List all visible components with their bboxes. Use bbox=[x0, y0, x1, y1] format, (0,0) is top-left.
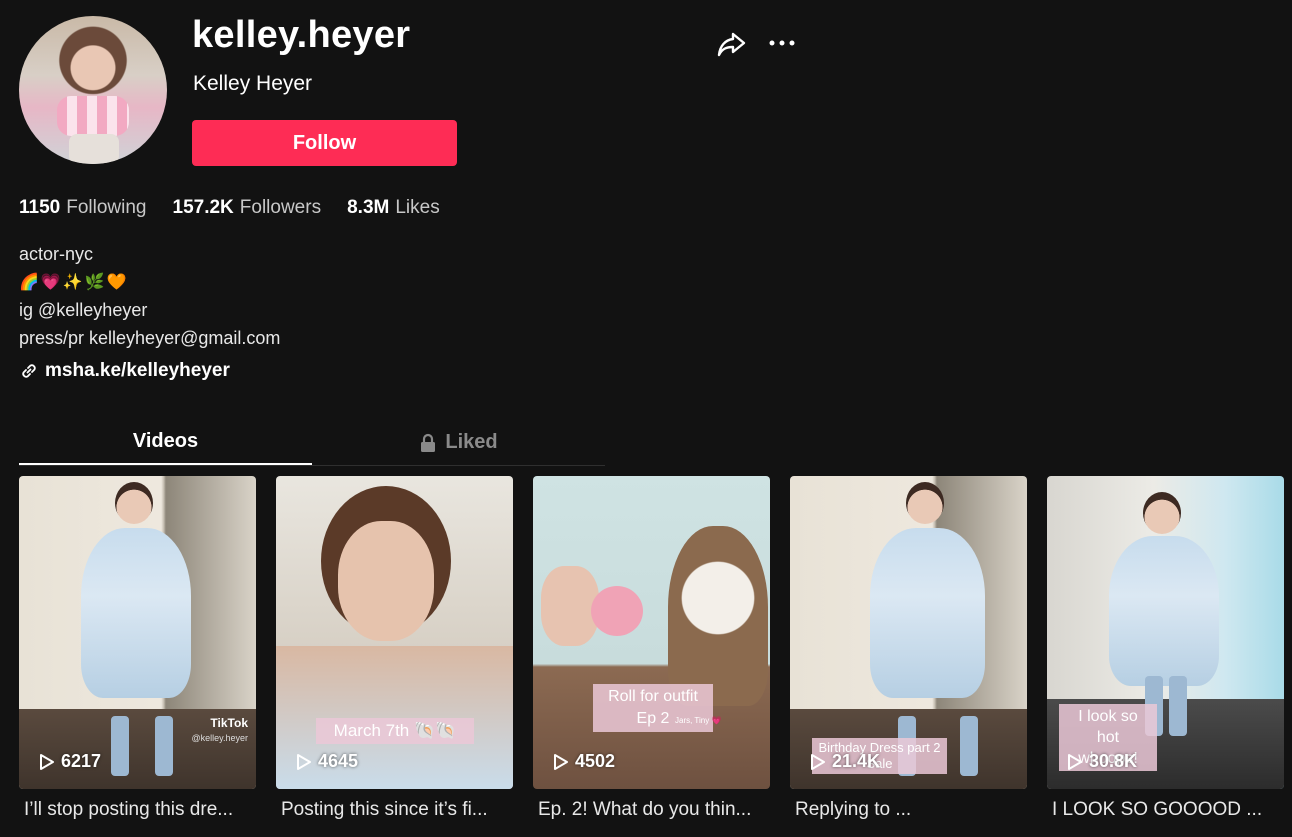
avatar-dress-shape bbox=[57, 96, 129, 136]
follow-button[interactable]: Follow bbox=[192, 120, 457, 166]
profile-stats: 1150 Following 157.2K Followers 8.3M Likes bbox=[19, 197, 440, 219]
stat-label: Likes bbox=[395, 197, 440, 218]
herb-emoji: 🌿 bbox=[84, 272, 105, 291]
play-icon bbox=[554, 753, 568, 770]
heart-emoji: 💗 bbox=[40, 272, 61, 291]
view-count: 6217 bbox=[61, 751, 102, 771]
stat-likes: 8.3M Likes bbox=[347, 197, 440, 219]
stat-value: 157.2K bbox=[172, 197, 234, 218]
video-views: 30.8K bbox=[1067, 751, 1137, 772]
video-caption[interactable]: I’ll stop posting this dre... bbox=[19, 799, 256, 821]
tab-label: Videos bbox=[132, 430, 199, 452]
profile-bio: actor-nyc 🌈 💗 ✨ 🌿 🧡 ig @kelleyheyer pres… bbox=[19, 240, 280, 352]
rainbow-emoji: 🌈 bbox=[19, 272, 39, 291]
video-caption[interactable]: I LOOK SO GOOOOD ... bbox=[1047, 799, 1284, 821]
tiktok-watermark: TikTok @kelley.heyer bbox=[192, 716, 249, 745]
video-views: 4645 bbox=[296, 751, 358, 772]
link-text: msha.ke/kelleyheyer bbox=[45, 360, 230, 381]
video-caption[interactable]: Ep. 2! What do you thin... bbox=[533, 799, 770, 821]
profile-avatar[interactable] bbox=[19, 16, 167, 164]
tab-label: Liked bbox=[445, 431, 498, 453]
video-views: 6217 bbox=[39, 751, 101, 772]
play-icon bbox=[811, 753, 825, 770]
video-caption[interactable]: Posting this since it’s fi... bbox=[276, 799, 513, 821]
stat-label: Following bbox=[66, 197, 147, 218]
orange-heart-emoji: 🧡 bbox=[106, 272, 127, 291]
profile-link[interactable]: msha.ke/kelleyheyer bbox=[19, 360, 230, 382]
watermark-brand: TikTok bbox=[210, 716, 248, 730]
video-views: 21.4K bbox=[810, 751, 880, 772]
link-icon bbox=[22, 364, 36, 378]
bio-line: actor-nyc bbox=[19, 244, 94, 264]
bio-emoji-row: 🌈 💗 ✨ 🌿 🧡 bbox=[19, 268, 280, 296]
video-card[interactable]: Birthday Dress part 2 Sale 21.4K bbox=[790, 476, 1027, 789]
stat-label: Followers bbox=[239, 197, 322, 218]
play-icon bbox=[297, 753, 311, 770]
video-small-text: Jars, Tiny 💗 bbox=[675, 716, 722, 725]
bio-line: press/pr kelleyheyer@gmail.com bbox=[19, 328, 281, 348]
lock-icon bbox=[421, 433, 436, 452]
video-caption[interactable]: Replying to ... bbox=[790, 799, 1027, 821]
video-thumbnail bbox=[533, 476, 770, 789]
play-icon bbox=[40, 753, 54, 770]
profile-tabs: Videos Liked bbox=[19, 420, 605, 466]
view-count: 30.8K bbox=[1089, 751, 1138, 771]
video-views: 4502 bbox=[553, 751, 615, 772]
view-count: 4645 bbox=[318, 751, 359, 771]
tab-liked[interactable]: Liked bbox=[312, 420, 605, 465]
bio-line: ig @kelleyheyer bbox=[19, 300, 148, 320]
video-card[interactable]: Roll for outfit Ep 2 Jars, Tiny 💗 4502 bbox=[533, 476, 770, 789]
stat-value: 8.3M bbox=[347, 197, 390, 218]
stat-followers[interactable]: 157.2K Followers bbox=[173, 197, 322, 219]
stat-value: 1150 bbox=[19, 197, 61, 218]
stat-following[interactable]: 1150 Following bbox=[19, 197, 147, 219]
video-card[interactable]: March 7th 🐚🐚 4645 bbox=[276, 476, 513, 789]
video-card[interactable]: TikTok @kelley.heyer 6217 bbox=[19, 476, 256, 789]
watermark-user: @kelley.heyer bbox=[191, 733, 249, 743]
play-icon bbox=[1068, 753, 1082, 770]
more-options-icon[interactable] bbox=[766, 30, 798, 56]
video-text-overlay: March 7th 🐚🐚 bbox=[316, 718, 474, 744]
tab-videos[interactable]: Videos bbox=[19, 420, 312, 465]
share-icon[interactable] bbox=[716, 30, 746, 58]
view-count: 4502 bbox=[575, 751, 616, 771]
sparkles-emoji: ✨ bbox=[62, 272, 83, 291]
video-card[interactable]: I look so hot whoops! 30.8K bbox=[1047, 476, 1284, 789]
profile-name: Kelley Heyer bbox=[193, 72, 313, 95]
profile-handle: kelley.heyer bbox=[192, 14, 411, 56]
avatar-legs-shape bbox=[69, 134, 119, 164]
view-count: 21.4K bbox=[832, 751, 881, 771]
